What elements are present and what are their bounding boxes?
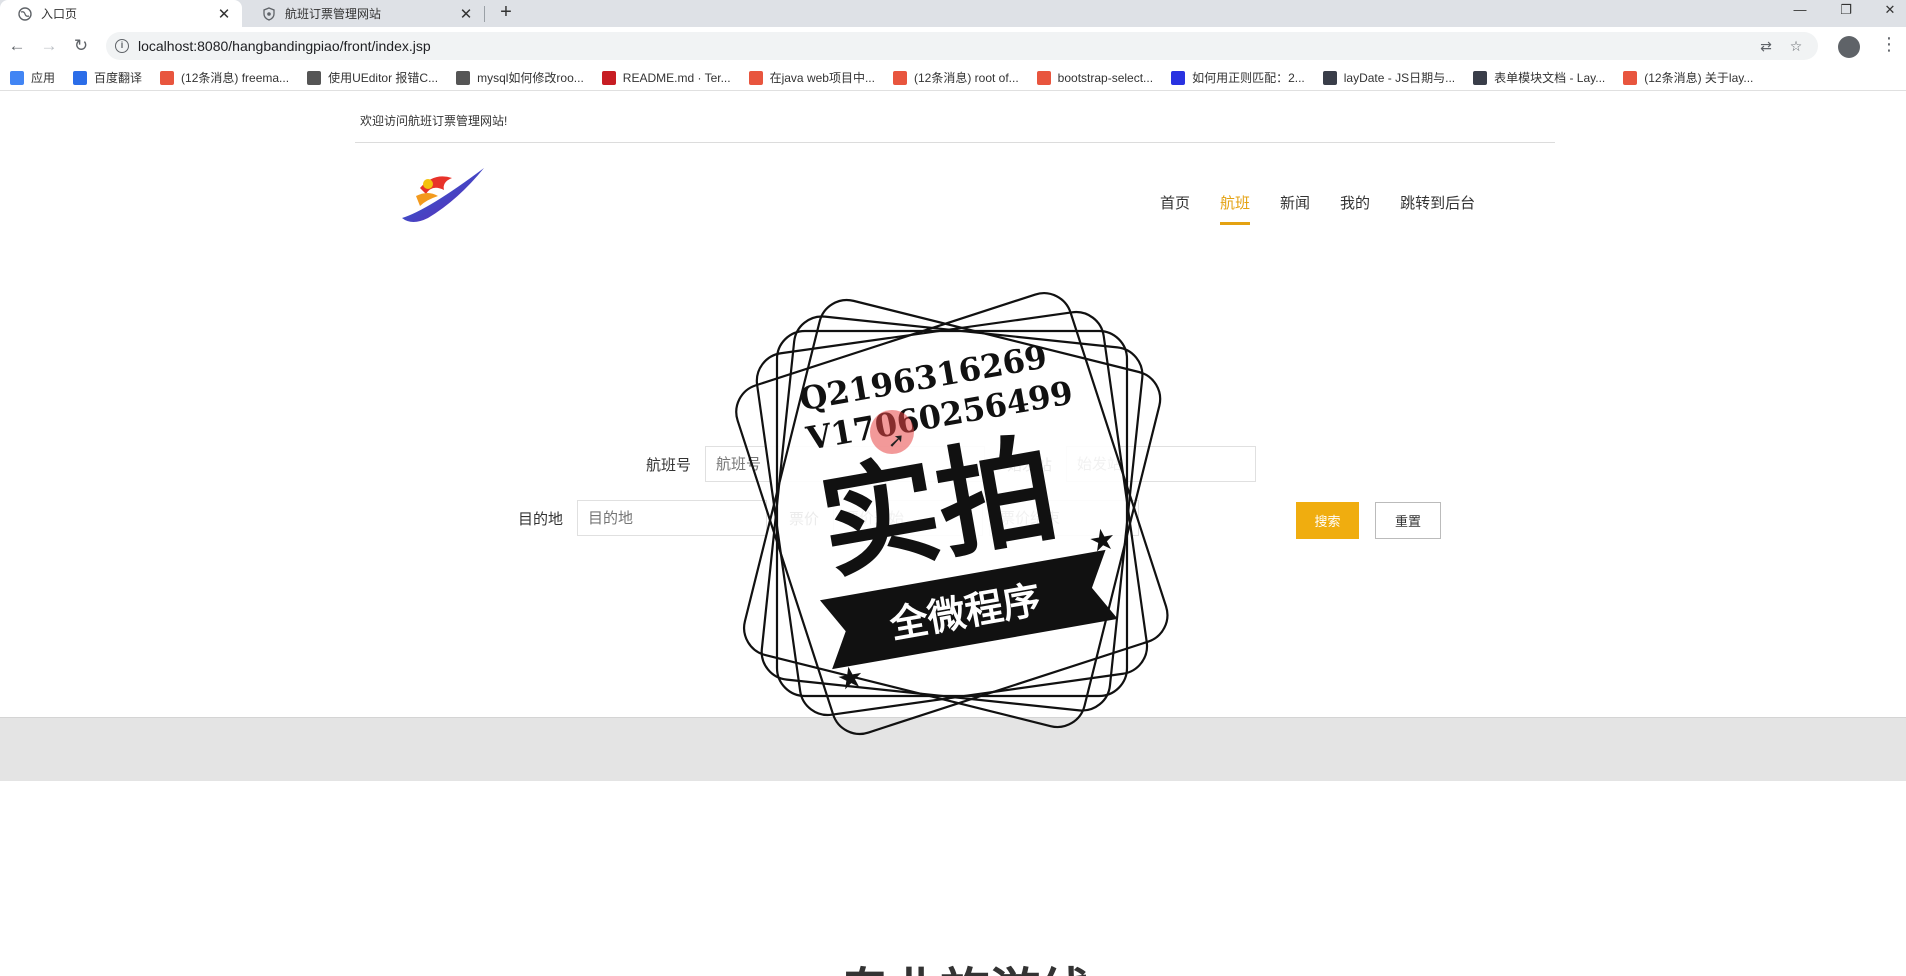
csdn-icon [160,70,175,85]
tab-title: 航班订票管理网站 [285,7,382,21]
departure-input[interactable] [1066,446,1257,482]
new-tab-icon[interactable]: + [494,1,518,24]
nav-item[interactable]: 我的 [1340,192,1370,225]
layui-icon [1322,70,1337,85]
bookmark-label: 在java web项目中... [769,71,875,85]
site-logo[interactable] [398,160,488,230]
bookmark-item[interactable]: 使用UEditor 报错C... [307,69,438,86]
back-icon[interactable]: ← [6,35,28,57]
flight-number-input[interactable] [705,446,986,482]
apps-icon [10,70,24,85]
close-icon[interactable]: ✕ [458,5,474,23]
window-close-icon[interactable]: ✕ [1880,2,1900,18]
minimize-icon[interactable]: — [1790,2,1810,17]
address-bar[interactable]: i localhost:8080/hangbandingpiao/front/i… [106,32,1818,60]
bookmark-item[interactable]: mysql如何修改roo... [456,69,584,86]
ueditor-icon [456,70,471,85]
nav-item[interactable]: 航班 [1220,192,1251,225]
gitee-icon [601,70,616,85]
bookmark-label: layDate - JS日期与... [1343,71,1456,85]
nav-item[interactable]: 首页 [1160,192,1190,225]
page-content: 欢迎访问航班订票管理网站! 首页航班新闻我的跳转到后台 航班号 始发站 目的地 … [0,92,1906,976]
search-button[interactable]: 搜索 [1296,502,1359,539]
gray-banner-strip [0,717,1906,781]
profile-avatar-icon[interactable] [1838,36,1860,58]
restore-icon[interactable]: ❐ [1836,2,1856,18]
search-row-1: 航班号 始发站 [646,446,1257,482]
bookmarks-bar: 应用 百度翻译 (12条消息) freema... 使用UEditor 报错C... m… [0,65,1906,91]
menu-icon[interactable]: ⋮ [1880,34,1898,55]
bookmark-label: mysql如何修改roo... [477,71,584,85]
csdn-icon [1623,70,1638,85]
bookmark-item[interactable]: bootstrap-select... [1036,70,1154,85]
price-label: 票价 [789,510,820,528]
price-end-input[interactable] [989,500,1140,536]
search-row-2: 目的地 票价 [518,500,1140,536]
jian-icon [1036,70,1051,85]
bookmark-label: (12条消息) freema... [181,71,290,85]
bookmark-item[interactable]: 表单模块文档 - Lay... [1473,69,1605,86]
cursor-pointer-icon: ➚ [888,430,905,452]
translate-icon[interactable]: ⇄ [1756,32,1776,60]
layui-icon [1473,70,1488,85]
reset-button[interactable]: 重置 [1375,502,1441,539]
bookmark-label: 应用 [31,71,56,85]
bookmark-label: README.md · Ter... [622,70,731,85]
bookmark-label: 使用UEditor 报错C... [328,71,439,85]
destination-label: 目的地 [518,510,564,528]
close-icon[interactable]: ✕ [216,5,232,23]
bookmark-label: (12条消息) 关于lay... [1644,71,1754,85]
baidu-paw-icon [1171,70,1186,85]
csdn-icon [892,70,907,85]
reload-icon[interactable]: ↻ [70,35,92,57]
tab-strip: 入口页 ✕ 航班订票管理网站 ✕ + — ❐ ✕ [0,0,1906,27]
bookmark-label: (12条消息) root of... [913,71,1019,85]
tab-separator [484,6,485,22]
price-start-input[interactable] [833,500,984,536]
ueditor-icon [307,70,322,85]
forward-icon[interactable]: → [38,35,60,57]
departure-label: 始发站 [1007,456,1053,474]
welcome-text: 欢迎访问航班订票管理网站! [360,114,508,128]
bookmark-label: 百度翻译 [94,71,143,85]
baidu-translate-icon [73,70,88,85]
header-divider [355,142,1555,143]
info-icon[interactable]: i [115,39,129,53]
destination-input[interactable] [577,500,768,536]
shield-icon [262,6,276,21]
csdn-icon [748,70,763,85]
bookmark-label: 表单模块文档 - Lay... [1494,71,1606,85]
nav-item[interactable]: 新闻 [1280,192,1310,225]
tab-title: 入口页 [41,7,78,21]
bookmark-item[interactable]: 百度翻译 [73,69,142,86]
tab-entry-page[interactable]: 入口页 ✕ [0,0,242,27]
browser-toolbar: ← → ↻ i localhost:8080/hangbandingpiao/f… [0,27,1906,65]
bookmark-item[interactable]: (12条消息) root of... [892,69,1019,86]
globe-icon [18,6,32,21]
tab-flight-site[interactable]: 航班订票管理网站 ✕ [244,0,484,27]
bookmark-item[interactable]: 应用 [10,69,55,86]
bookmark-label: bootstrap-select... [1057,70,1154,85]
bookmark-item[interactable]: 如何用正则匹配：2... [1171,69,1305,86]
star-icon[interactable]: ☆ [1786,32,1806,60]
url-text: localhost:8080/hangbandingpiao/front/ind… [138,38,431,54]
bookmark-item[interactable]: (12条消息) freema... [160,69,289,86]
bookmark-item[interactable]: 在java web项目中... [748,69,875,86]
bookmark-label: 如何用正则匹配：2... [1192,71,1305,85]
nav-item[interactable]: 跳转到后台 [1400,192,1475,225]
main-navigation: 首页 航班 新闻 我的 跳转到后台 [1160,192,1505,225]
bookmark-item[interactable]: layDate - JS日期与... [1322,69,1456,86]
section-heading: 专业旅游线 [840,952,1090,976]
bookmark-item[interactable]: (12条消息) 关于lay... [1623,69,1753,86]
flight-number-label: 航班号 [646,456,692,474]
bookmark-item[interactable]: README.md · Ter... [601,70,731,85]
